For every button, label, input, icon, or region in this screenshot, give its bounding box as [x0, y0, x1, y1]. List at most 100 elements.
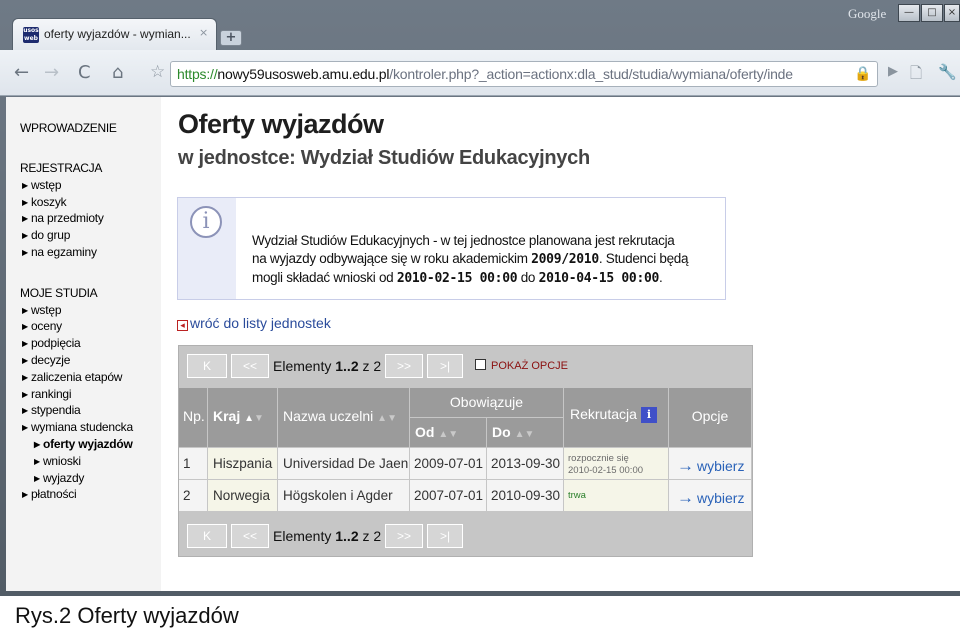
- triangle-right-icon: ▶: [22, 490, 28, 499]
- triangle-right-icon: ▶: [22, 373, 28, 382]
- triangle-right-icon: ▶: [22, 406, 28, 415]
- sort-down-icon[interactable]: ▼: [254, 413, 264, 424]
- sidebar-item-label: oceny: [30, 319, 62, 333]
- sort-up-icon[interactable]: ▲: [377, 413, 387, 424]
- sidebar-item-oceny[interactable]: ▶ oceny: [22, 319, 62, 333]
- pager-prev-button[interactable]: <<: [231, 524, 269, 548]
- wybierz-label: wybierz: [697, 458, 745, 474]
- sidebar-item-platnosci[interactable]: ▶ płatności: [22, 487, 77, 501]
- lock-icon[interactable]: 🔒: [854, 66, 871, 82]
- wybierz-link[interactable]: → wybierz: [669, 480, 752, 512]
- column-header-nazwa[interactable]: Nazwa uczelni ▲▼: [278, 388, 410, 448]
- minimize-button[interactable]: —: [898, 4, 920, 22]
- sidebar-item-label: podpięcia: [30, 336, 81, 350]
- sidebar-item-label: wstęp: [30, 178, 62, 192]
- sidebar-item-zaliczenia[interactable]: ▶ zaliczenia etapów: [22, 370, 122, 384]
- sidebar-item-podpiecia[interactable]: ▶ podpięcia: [22, 336, 81, 350]
- column-header-label: Rekrutacja: [570, 406, 637, 422]
- info-date-from: 2010-02-15 00:00: [396, 271, 518, 286]
- figure-caption: Rys.2 Oferty wyjazdów: [15, 603, 239, 628]
- home-icon[interactable]: ⌂: [112, 62, 123, 83]
- play-icon[interactable]: ▶: [888, 64, 898, 79]
- sidebar-item-koszyk[interactable]: ▶ koszyk: [22, 195, 67, 209]
- pager-prev-button[interactable]: <<: [231, 354, 269, 378]
- cell-rekrutacja: trwa: [564, 480, 669, 512]
- column-header-label: Od: [415, 424, 435, 440]
- sidebar-item-na-przedmioty[interactable]: ▶ na przedmioty: [22, 211, 104, 225]
- sort-down-icon[interactable]: ▼: [524, 429, 534, 440]
- column-header-do[interactable]: Do ▲▼: [487, 418, 564, 448]
- column-header-rekrutacja: Rekrutacja i: [564, 388, 669, 448]
- sidebar-item-rankingi[interactable]: ▶ rankingi: [22, 387, 72, 401]
- pager-label: Elementy 1..2 z 2: [273, 358, 381, 374]
- show-options-checkbox[interactable]: POKAŻ OPCJE: [475, 359, 568, 372]
- wybierz-link[interactable]: → wybierz: [669, 448, 752, 480]
- sort-down-icon[interactable]: ▼: [448, 429, 458, 440]
- sidebar-item-wprowadzenie[interactable]: WPROWADZENIE: [20, 121, 117, 135]
- info-line3b: do: [517, 270, 539, 285]
- info-box: i Wydział Studiów Edukacyjnych - w tej j…: [177, 197, 726, 300]
- sort-up-icon[interactable]: ▲: [515, 429, 525, 440]
- back-arrow-icon[interactable]: ←: [14, 62, 29, 83]
- back-to-units-link[interactable]: ◂ wróć do listy jednostek: [177, 315, 331, 331]
- checkbox-box[interactable]: [475, 359, 486, 370]
- sidebar-item-label: na przedmioty: [30, 211, 104, 225]
- column-header-kraj[interactable]: Kraj ▲▼: [208, 388, 278, 448]
- pager-label: Elementy 1..2 z 2: [273, 528, 381, 544]
- close-window-button[interactable]: ×: [944, 4, 960, 22]
- rekrutacja-status: rozpocznie się: [568, 453, 629, 464]
- sidebar-item-wymiana[interactable]: ▶ wymiana studencka: [22, 420, 133, 434]
- sidebar-item-rej-wstep[interactable]: ▶ wstęp: [22, 178, 62, 192]
- forward-arrow-icon[interactable]: →: [44, 62, 59, 83]
- pager-label-text: Elementy: [273, 358, 336, 374]
- sidebar-item-stypendia[interactable]: ▶ stypendia: [22, 403, 81, 417]
- browser-tab[interactable]: usos web oferty wyjazdów - wymian... ×: [12, 18, 217, 50]
- sidebar-heading-rejestracja[interactable]: REJESTRACJA: [20, 161, 102, 175]
- sort-up-icon[interactable]: ▲: [244, 413, 254, 424]
- address-bar[interactable]: https://nowy59usosweb.amu.edu.pl/kontrol…: [170, 61, 878, 87]
- bookmark-star-icon[interactable]: ☆: [150, 62, 165, 82]
- new-tab-button[interactable]: +: [220, 30, 242, 46]
- usos-favicon-icon: usos web: [23, 27, 39, 43]
- sidebar-item-ms-wstep[interactable]: ▶ wstęp: [22, 303, 62, 317]
- pager-first-button[interactable]: K: [187, 354, 227, 378]
- sort-up-icon[interactable]: ▲: [438, 429, 448, 440]
- cell-od: 2009-07-01: [410, 448, 487, 480]
- rekrutacja-date: 2010-02-15 00:00: [568, 465, 644, 476]
- sidebar-item-decyzje[interactable]: ▶ decyzje: [22, 353, 70, 367]
- info-line1: Wydział Studiów Edukacyjnych - w tej jed…: [252, 233, 675, 248]
- sidebar-item-label: płatności: [30, 487, 77, 501]
- cell-do: 2010-09-30: [487, 480, 564, 512]
- pager-first-button[interactable]: K: [187, 524, 227, 548]
- info-year: 2009/2010: [531, 252, 599, 267]
- info-line3a: mogli składać wnioski od: [252, 270, 397, 285]
- sidebar-item-na-egzaminy[interactable]: ▶ na egzaminy: [22, 245, 97, 259]
- sidebar-item-oferty-wyjazdow[interactable]: ▶ oferty wyjazdów: [34, 437, 133, 451]
- pager-last-button[interactable]: >|: [427, 524, 463, 548]
- page-menu-icon[interactable]: 🗋: [910, 63, 922, 88]
- column-header-od[interactable]: Od ▲▼: [410, 418, 487, 448]
- sort-down-icon[interactable]: ▼: [387, 413, 397, 424]
- table-row: 1 Hiszpania Universidad De Jaen 2009-07-…: [179, 448, 752, 480]
- sidebar-item-label: zaliczenia etapów: [30, 370, 123, 384]
- pager-last-button[interactable]: >|: [427, 354, 463, 378]
- wrench-menu-icon[interactable]: 🔧: [938, 63, 957, 81]
- help-info-icon[interactable]: i: [640, 407, 657, 423]
- sidebar-item-do-grup[interactable]: ▶ do grup: [22, 228, 70, 242]
- info-line2a: na wyjazdy odbywające się w roku akademi…: [252, 251, 532, 266]
- pager-next-button[interactable]: >>: [385, 354, 423, 378]
- info-line2b: . Studenci będą: [598, 251, 689, 266]
- sidebar-item-wnioski[interactable]: ▶ wnioski: [34, 454, 81, 468]
- sidebar-item-wyjazdy[interactable]: ▶ wyjazdy: [34, 471, 84, 485]
- url-text[interactable]: https://nowy59usosweb.amu.edu.pl/kontrol…: [177, 66, 845, 82]
- tab-close-icon[interactable]: ×: [199, 26, 208, 39]
- reload-icon[interactable]: C: [78, 62, 91, 83]
- sidebar-heading-moje-studia[interactable]: MOJE STUDIA: [20, 286, 98, 300]
- triangle-right-icon: ▶: [34, 457, 40, 466]
- cell-kraj: Norwegia: [208, 480, 278, 512]
- url-path: /kontroler.php?_action=actionx:dla_stud/…: [389, 66, 793, 82]
- info-icon: i: [190, 206, 222, 238]
- maximize-button[interactable]: □: [921, 4, 943, 22]
- pager-next-button[interactable]: >>: [385, 524, 423, 548]
- browser-toolbar: ← → C ⌂ ☆ https://nowy59usosweb.amu.edu.…: [0, 50, 960, 96]
